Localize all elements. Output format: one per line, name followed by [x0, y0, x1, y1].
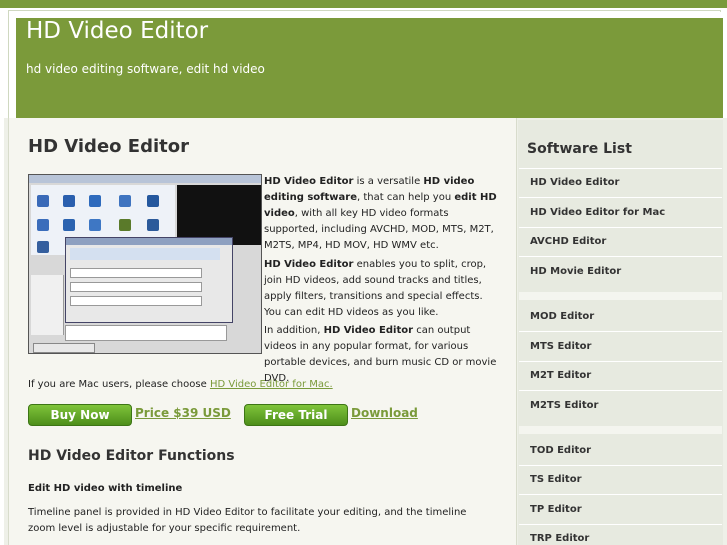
sidebar-divider — [519, 197, 722, 198]
sidebar-divider — [519, 524, 722, 525]
screenshot-titlebar — [29, 175, 261, 183]
sidebar-title: Software List — [527, 141, 632, 157]
sidebar-divider — [519, 465, 722, 466]
product-name-bold: HD Video Editor — [264, 259, 354, 270]
sidebar-item-mod-editor[interactable]: MOD Editor — [530, 311, 594, 322]
sidebar-item-tp-editor[interactable]: TP Editor — [530, 504, 582, 515]
intro-paragraph-2: HD Video Editor enables you to split, cr… — [264, 257, 502, 321]
sidebar-divider — [519, 331, 722, 332]
sidebar-item-hd-movie-editor[interactable]: HD Movie Editor — [530, 266, 621, 277]
dialog-field — [70, 296, 202, 306]
media-thumb-icon — [89, 219, 101, 231]
media-thumb-icon — [89, 195, 101, 207]
sidebar-divider — [519, 168, 722, 169]
mac-text: If you are Mac users, please choose — [28, 379, 210, 390]
page-title: HD Video Editor — [28, 136, 189, 157]
product-name-bold: HD Video Editor — [323, 325, 414, 336]
download-link[interactable]: Download — [351, 406, 418, 420]
functions-heading: HD Video Editor Functions — [28, 448, 235, 464]
function-title: Edit HD video with timeline — [28, 483, 183, 494]
sidebar-divider — [519, 390, 722, 391]
dialog-field — [70, 282, 202, 292]
sidebar-group-gap — [519, 426, 722, 434]
media-thumb-icon — [119, 219, 131, 231]
export-dialog — [65, 237, 233, 323]
timeline-track — [65, 325, 227, 341]
sidebar-item-hd-video-editor-mac[interactable]: HD Video Editor for Mac — [530, 207, 665, 218]
intro-text: , that can help you — [357, 192, 455, 203]
sidebar-divider — [519, 494, 722, 495]
dialog-titlebar — [66, 238, 232, 245]
site-tagline: hd video editing software, edit hd video — [26, 62, 265, 76]
media-thumb-icon — [119, 195, 131, 207]
sidebar-divider — [519, 361, 722, 362]
sidebar-item-hd-video-editor[interactable]: HD Video Editor — [530, 177, 619, 188]
media-thumb-icon — [63, 195, 75, 207]
intro-text: is a versatile — [353, 176, 424, 187]
timeline-tracks — [31, 275, 64, 335]
price-link[interactable]: Price $39 USD — [135, 406, 231, 420]
sidebar-item-m2ts-editor[interactable]: M2TS Editor — [530, 400, 598, 411]
intro-text: , with all key HD video formats supporte… — [264, 208, 494, 251]
media-thumb-icon — [37, 219, 49, 231]
media-thumb-icon — [37, 195, 49, 207]
free-trial-button[interactable]: Free Trial — [244, 404, 348, 426]
sidebar-item-avchd-editor[interactable]: AVCHD Editor — [530, 236, 606, 247]
sidebar-group-gap — [519, 292, 722, 300]
buy-now-button[interactable]: Buy Now — [28, 404, 132, 426]
preview-window — [177, 185, 261, 245]
sidebar-item-ts-editor[interactable]: TS Editor — [530, 474, 582, 485]
site-title[interactable]: HD Video Editor — [26, 18, 208, 44]
product-screenshot — [28, 174, 262, 354]
sidebar-item-mts-editor[interactable]: MTS Editor — [530, 341, 591, 352]
function-description: Timeline panel is provided in HD Video E… — [28, 507, 467, 534]
sidebar-item-m2t-editor[interactable]: M2T Editor — [530, 370, 591, 381]
mac-version-link[interactable]: HD Video Editor for Mac. — [210, 379, 333, 390]
media-thumb-icon — [147, 195, 159, 207]
sidebar-item-tod-editor[interactable]: TOD Editor — [530, 445, 591, 456]
mac-users-line: If you are Mac users, please choose HD V… — [28, 377, 498, 393]
screenshot-statusbar — [33, 343, 95, 353]
dialog-toolbar — [70, 248, 220, 260]
top-strip — [0, 0, 727, 8]
product-name-bold: HD Video Editor — [264, 176, 354, 187]
media-thumb-icon — [37, 241, 49, 253]
sidebar-item-trp-editor[interactable]: TRP Editor — [530, 533, 589, 544]
media-thumb-icon — [63, 219, 75, 231]
dialog-field — [70, 268, 202, 278]
sidebar-divider — [519, 256, 722, 257]
intro-text: In addition, — [264, 325, 324, 336]
sidebar-divider — [519, 227, 722, 228]
intro-paragraph-1: HD Video Editor is a versatile HD video … — [264, 174, 502, 254]
media-thumb-icon — [147, 219, 159, 231]
